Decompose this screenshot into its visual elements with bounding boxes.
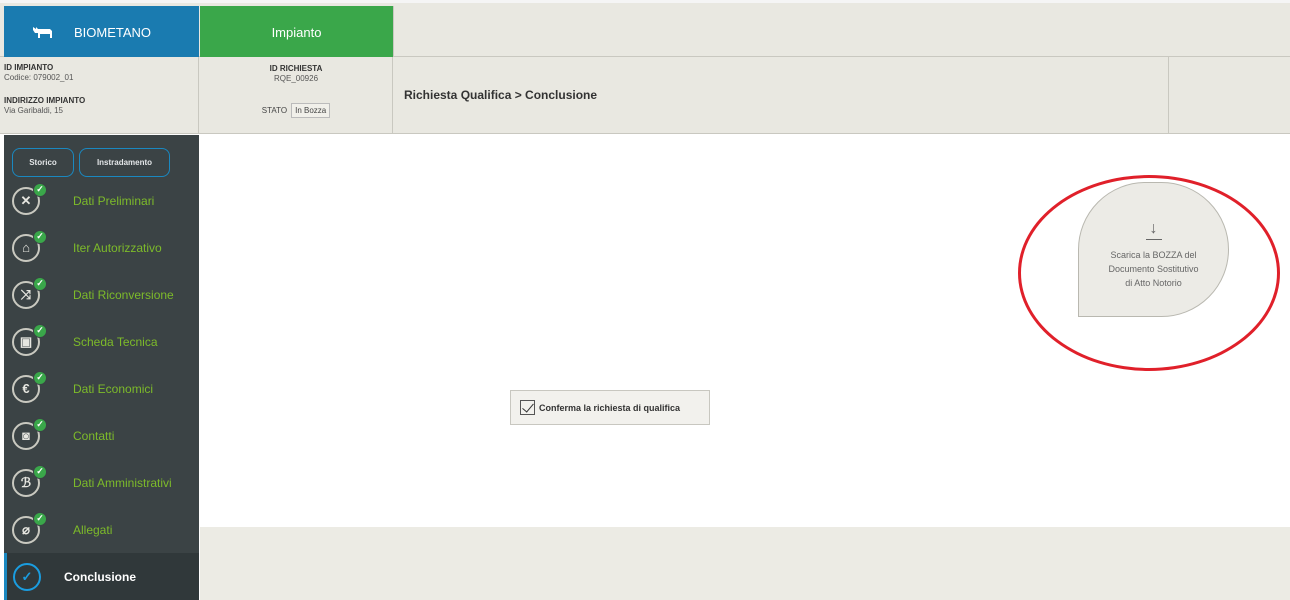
shuffle-icon: ⤨ ✓ [12, 276, 47, 309]
check-icon: ✓ [33, 464, 47, 479]
sidebar-item-contatti[interactable]: ◙ ✓ Contatti [4, 412, 199, 459]
contact-icon: ◙ ✓ [12, 417, 47, 450]
euro-icon: € ✓ [12, 370, 47, 403]
sidebar-item-label: Dati Riconversione [73, 287, 174, 302]
sidebar-item-iter-autorizzativo[interactable]: ⌂ ✓ Iter Autorizzativo [4, 224, 199, 271]
download-draft-button[interactable]: ↓ Scarica la BOZZA del Documento Sostitu… [1078, 182, 1229, 317]
check-icon: ✓ [33, 511, 47, 526]
indirizzo-label: INDIRIZZO IMPIANTO [4, 96, 86, 105]
divider [1168, 57, 1169, 134]
sidebar-item-dati-economici[interactable]: € ✓ Dati Economici [4, 365, 199, 412]
main-content: ↓ Scarica la BOZZA del Documento Sostitu… [200, 135, 1290, 527]
top-bar: BIOMETANO Impianto [0, 0, 1290, 59]
sidebar-item-conclusione[interactable]: ✓ Conclusione [4, 553, 199, 600]
sidebar-item-dati-amministrativi[interactable]: ℬ ✓ Dati Amministrativi [4, 459, 199, 506]
sidebar-item-label: Iter Autorizzativo [73, 240, 162, 255]
tools-icon: ✕ ✓ [12, 182, 47, 215]
stato-label: STATO [261, 106, 288, 115]
sidebar-item-dati-preliminari[interactable]: ✕ ✓ Dati Preliminari [4, 177, 199, 224]
brand-tab[interactable]: BIOMETANO [4, 6, 199, 59]
sidebar-item-label: Dati Preliminari [73, 193, 155, 208]
sidebar-item-label: Scheda Tecnica [73, 334, 158, 349]
sidebar-item-label: Dati Economici [73, 381, 154, 396]
download-line-2: Documento Sostitutivo [1108, 264, 1199, 274]
check-icon: ✓ [33, 370, 47, 385]
download-line-1: Scarica la BOZZA del [1110, 250, 1197, 260]
page: BIOMETANO Impianto ID IMPIANTO Codice: 0… [0, 0, 1290, 600]
sidebar-item-label: Conclusione [64, 569, 137, 584]
tab-impianto[interactable]: Impianto [200, 6, 393, 59]
sidebar-item-dati-riconversione[interactable]: ⤨ ✓ Dati Riconversione [4, 271, 199, 318]
wrench-icon: ℬ ✓ [12, 464, 47, 497]
id-richiesta-label: ID RICHIESTA [269, 64, 323, 73]
sidebar-item-label: Allegati [73, 522, 113, 537]
sidebar-item-label: Dati Amministrativi [73, 475, 172, 490]
breadcrumb: Richiesta Qualifica > Conclusione [404, 88, 598, 102]
tab-impianto-label: Impianto [271, 25, 322, 40]
download-icon-base [1145, 239, 1162, 240]
sidebar-item-allegati[interactable]: ⌀ ✓ Allegati [4, 506, 199, 553]
stato-row: STATO In Bozza [200, 103, 392, 118]
check-icon: ✓ [33, 229, 47, 244]
divider [393, 6, 394, 59]
download-line-3: di Atto Notorio [1125, 278, 1182, 288]
cow-icon [33, 26, 52, 38]
sidebar-item-scheda-tecnica[interactable]: ▣ ✓ Scheda Tecnica [4, 318, 199, 365]
plant-info: ID IMPIANTO Codice: 079002_01 INDIRIZZO … [4, 57, 199, 134]
check-icon: ✓ [33, 276, 47, 291]
request-info: ID RICHIESTA RQE_00926 STATO In Bozza [200, 57, 393, 134]
check-icon: ✓ [33, 323, 47, 338]
confirm-request-label: Conferma la richiesta di qualifica [539, 402, 681, 413]
sidebar-item-label: Contatti [73, 428, 115, 443]
instradamento-button[interactable]: Instradamento [79, 148, 170, 177]
confirm-request-button[interactable]: Conferma la richiesta di qualifica [510, 390, 710, 425]
check-icon: ✓ [33, 182, 47, 197]
brand-label: BIOMETANO [74, 25, 152, 40]
download-icon: ↓ [1149, 220, 1158, 237]
storico-button[interactable]: Storico [12, 148, 74, 177]
check-icon: ✓ [33, 417, 47, 432]
status-badge: In Bozza [291, 103, 331, 118]
sidebar: Storico Instradamento ✕ ✓ Dati Preliminar… [4, 135, 199, 600]
check-circle-icon: ✓ [13, 562, 41, 591]
paperclip-icon: ⌀ ✓ [12, 511, 47, 544]
id-richiesta-value: RQE_00926 [273, 74, 319, 83]
sidebar-pills: Storico Instradamento [12, 148, 170, 177]
footer-area [200, 527, 1290, 600]
factory-icon: ⌂ ✓ [12, 229, 47, 262]
checkbox-icon [520, 400, 535, 415]
wallet-icon: ▣ ✓ [12, 323, 47, 356]
codice-value: Codice: 079002_01 [4, 73, 74, 82]
info-bar: ID IMPIANTO Codice: 079002_01 INDIRIZZO … [0, 57, 1290, 134]
id-impianto-label: ID IMPIANTO [4, 63, 54, 72]
indirizzo-value: Via Garibaldi, 15 [4, 106, 63, 115]
